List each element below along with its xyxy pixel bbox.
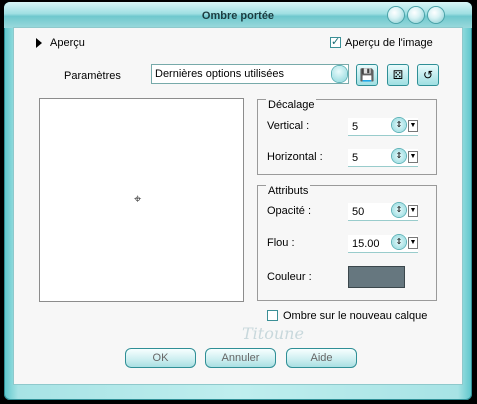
dropdown-arrow-icon[interactable]: ▼ [408, 237, 418, 249]
parametres-combo[interactable]: Dernières options utilisées [151, 64, 349, 84]
close-button[interactable] [428, 7, 444, 23]
combo-dropdown-icon[interactable] [332, 66, 347, 82]
opacite-spinbox[interactable]: 50 ⇕ ▼ [348, 203, 418, 221]
random-button[interactable]: ⚄ [387, 64, 409, 86]
vertical-label: Vertical : [267, 120, 310, 132]
flou-value: 15.00 [352, 238, 380, 250]
maximize-button[interactable] [408, 7, 424, 23]
minimize-button[interactable] [388, 7, 404, 23]
dice-icon: ⚄ [392, 68, 404, 82]
couleur-label: Couleur : [267, 271, 312, 283]
attributs-group: Attributs Opacité : 50 ⇕ ▼ Flou : 15.00 … [257, 185, 437, 301]
dialog-content: Aperçu Aperçu de l'image Paramètres Dern… [14, 28, 462, 384]
decalage-title: Décalage [266, 99, 317, 111]
save-button[interactable]: 💾 [356, 64, 378, 86]
vertical-spinbox[interactable]: 5 ⇕ ▼ [348, 118, 418, 136]
dropdown-arrow-icon[interactable]: ▼ [408, 120, 418, 132]
spin-arrows-icon[interactable]: ⇕ [392, 235, 406, 249]
apercu-image-label: Aperçu de l'image [345, 37, 433, 49]
horizontal-value: 5 [352, 152, 359, 164]
apercu-image-checkbox[interactable] [330, 35, 341, 48]
nouveau-calque-checkbox[interactable] [267, 310, 278, 321]
flou-spinbox[interactable]: 15.00 ⇕ ▼ [348, 235, 418, 253]
horizontal-spinbox[interactable]: 5 ⇕ ▼ [348, 149, 418, 167]
parametres-label: Paramètres [64, 70, 121, 82]
spin-arrows-icon[interactable]: ⇕ [392, 118, 406, 132]
preview-area[interactable]: ⌖ [39, 98, 244, 302]
parametres-value: Dernières options utilisées [155, 68, 285, 80]
dialog-window: Ombre portée Aperçu Aperçu de l'image Pa… [4, 2, 472, 400]
ok-button[interactable]: OK [125, 348, 196, 368]
crosshair-icon: ⌖ [134, 191, 142, 206]
flou-label: Flou : [267, 237, 295, 249]
decalage-group: Décalage Vertical : 5 ⇕ ▼ Horizontal : 5… [257, 99, 437, 175]
vertical-value: 5 [352, 121, 359, 133]
save-icon: 💾 [359, 68, 375, 82]
spin-arrows-icon[interactable]: ⇕ [392, 149, 406, 163]
expand-arrow-icon[interactable] [36, 38, 42, 48]
horizontal-label: Horizontal : [267, 151, 323, 163]
opacite-label: Opacité : [267, 205, 312, 217]
watermark-logo: Titoune [242, 324, 304, 343]
dropdown-arrow-icon[interactable]: ▼ [408, 151, 418, 163]
reset-button[interactable]: ↺ [417, 64, 439, 86]
spin-arrows-icon[interactable]: ⇕ [392, 203, 406, 217]
attributs-title: Attributs [266, 185, 311, 197]
reset-icon: ↺ [422, 68, 434, 82]
opacite-value: 50 [352, 206, 365, 218]
cancel-button[interactable]: Annuler [205, 348, 276, 368]
title-bar[interactable]: Ombre portée [4, 2, 472, 28]
apercu-label: Aperçu [50, 37, 85, 49]
help-button[interactable]: Aide [286, 348, 357, 368]
nouveau-calque-label: Ombre sur le nouveau calque [283, 310, 428, 322]
couleur-swatch[interactable] [348, 266, 405, 288]
dropdown-arrow-icon[interactable]: ▼ [408, 205, 418, 217]
